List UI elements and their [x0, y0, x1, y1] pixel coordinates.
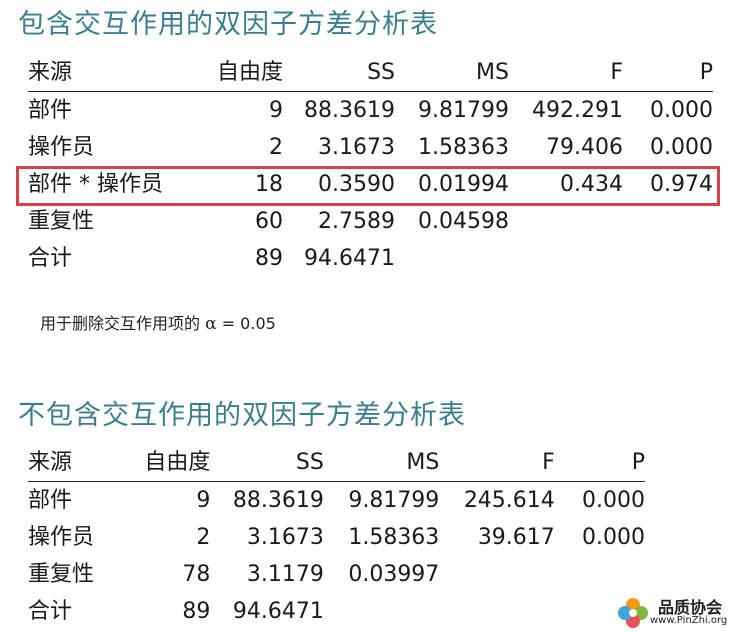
table-row: 合计 89 94.6471 — [28, 240, 713, 277]
alpha-note-value: = 0.05 — [221, 314, 276, 333]
cell-ms — [395, 240, 509, 277]
cell-df: 2 — [196, 524, 211, 550]
cell-df: 89 — [255, 245, 283, 271]
table-header-row: 来源 自由度 SS MS F P — [28, 54, 713, 92]
cell-p — [555, 556, 645, 593]
header-ss: SS — [367, 59, 395, 85]
alpha-symbol: α — [205, 314, 217, 334]
cell-source: 部件 * 操作员 — [28, 171, 163, 197]
anova-table-with-interaction: 来源 自由度 SS MS F P 部件 9 88.3619 9.81799 49… — [28, 54, 713, 277]
table2-title: 不包含交互作用的双因子方差分析表 — [18, 400, 466, 431]
cell-ss: 3.1673 — [246, 524, 324, 550]
watermark-logo: 品质协会 www.PinZhi.org — [612, 590, 741, 632]
cell-source: 部件 — [28, 487, 73, 513]
cell-f: 245.614 — [463, 487, 555, 513]
cell-df: 89 — [182, 598, 211, 624]
cell-f — [509, 240, 623, 277]
cell-f — [439, 556, 554, 593]
cell-f: 79.406 — [546, 134, 623, 160]
cell-source: 重复性 — [28, 208, 95, 234]
table-row: 部件 9 88.3619 9.81799 245.614 0.000 — [28, 482, 645, 520]
header-source: 来源 — [28, 59, 73, 85]
cell-source: 合计 — [28, 245, 73, 271]
alpha-note-prefix: 用于删除交互作用项的 — [40, 314, 201, 333]
cell-p — [623, 240, 713, 277]
table-row: 重复性 78 3.1179 0.03997 — [28, 556, 645, 593]
cell-ss: 88.3619 — [304, 97, 395, 123]
cell-ms: 0.01994 — [418, 171, 509, 197]
cell-ss: 88.3619 — [232, 487, 324, 513]
cell-ms: 1.58363 — [418, 134, 509, 160]
anova-table-without-interaction: 来源 自由度 SS MS F P 部件 9 88.3619 9.81799 24… — [28, 444, 645, 630]
cell-p: 0.000 — [650, 134, 713, 160]
header-df: 自由度 — [216, 59, 283, 85]
table-row: 合计 89 94.6471 — [28, 593, 645, 630]
header-p: P — [699, 59, 713, 85]
cell-df: 78 — [182, 561, 211, 587]
table-row: 部件 9 88.3619 9.81799 492.291 0.000 — [28, 92, 713, 130]
header-ss: SS — [295, 449, 324, 475]
cell-f: 39.617 — [477, 524, 555, 550]
header-df: 自由度 — [144, 449, 211, 475]
table-row: 操作员 2 3.1673 1.58363 79.406 0.000 — [28, 129, 713, 166]
cell-df: 60 — [255, 208, 283, 234]
table1-title: 包含交互作用的双因子方差分析表 — [18, 9, 438, 40]
header-f: F — [542, 449, 555, 475]
table-row-highlighted: 部件 * 操作员 18 0.3590 0.01994 0.434 0.974 — [28, 166, 713, 203]
cell-source: 合计 — [28, 598, 73, 624]
header-source: 来源 — [28, 449, 73, 475]
cell-ss: 3.1179 — [246, 561, 324, 587]
header-p: P — [631, 449, 645, 475]
cell-f: 0.434 — [560, 171, 623, 197]
cell-source: 部件 — [28, 97, 73, 123]
cell-f: 492.291 — [532, 97, 623, 123]
watermark-url: www.PinZhi.org — [650, 615, 728, 626]
cell-ss: 94.6471 — [232, 598, 324, 624]
cell-f — [509, 203, 623, 240]
header-ms: MS — [406, 449, 440, 475]
header-ms: MS — [476, 59, 509, 85]
cell-ms — [324, 593, 439, 630]
cell-source: 重复性 — [28, 561, 95, 587]
cell-p: 0.000 — [582, 524, 645, 550]
cell-source: 操作员 — [28, 524, 95, 550]
cell-p — [623, 203, 713, 240]
cell-p: 0.974 — [650, 171, 713, 197]
table-row: 操作员 2 3.1673 1.58363 39.617 0.000 — [28, 519, 645, 556]
cell-ms: 0.03997 — [348, 561, 440, 587]
cell-ms: 9.81799 — [348, 487, 440, 513]
cell-ss: 3.1673 — [318, 134, 395, 160]
cell-p: 0.000 — [650, 97, 713, 123]
cell-df: 9 — [196, 487, 211, 513]
cell-p: 0.000 — [582, 487, 645, 513]
table-row: 重复性 60 2.7589 0.04598 — [28, 203, 713, 240]
cell-ms: 0.04598 — [418, 208, 509, 234]
flower-logo-icon — [618, 598, 648, 628]
cell-ms: 1.58363 — [348, 524, 440, 550]
cell-df: 2 — [269, 134, 283, 160]
cell-df: 18 — [255, 171, 283, 197]
cell-ms: 9.81799 — [418, 97, 509, 123]
cell-source: 操作员 — [28, 134, 95, 160]
cell-ss: 94.6471 — [304, 245, 395, 271]
alpha-note: 用于删除交互作用项的 α = 0.05 — [40, 310, 276, 334]
cell-df: 9 — [269, 97, 283, 123]
header-f: F — [610, 59, 623, 85]
table-header-row: 来源 自由度 SS MS F P — [28, 444, 645, 482]
cell-ss: 2.7589 — [318, 208, 395, 234]
cell-ss: 0.3590 — [318, 171, 395, 197]
cell-f — [439, 593, 554, 630]
